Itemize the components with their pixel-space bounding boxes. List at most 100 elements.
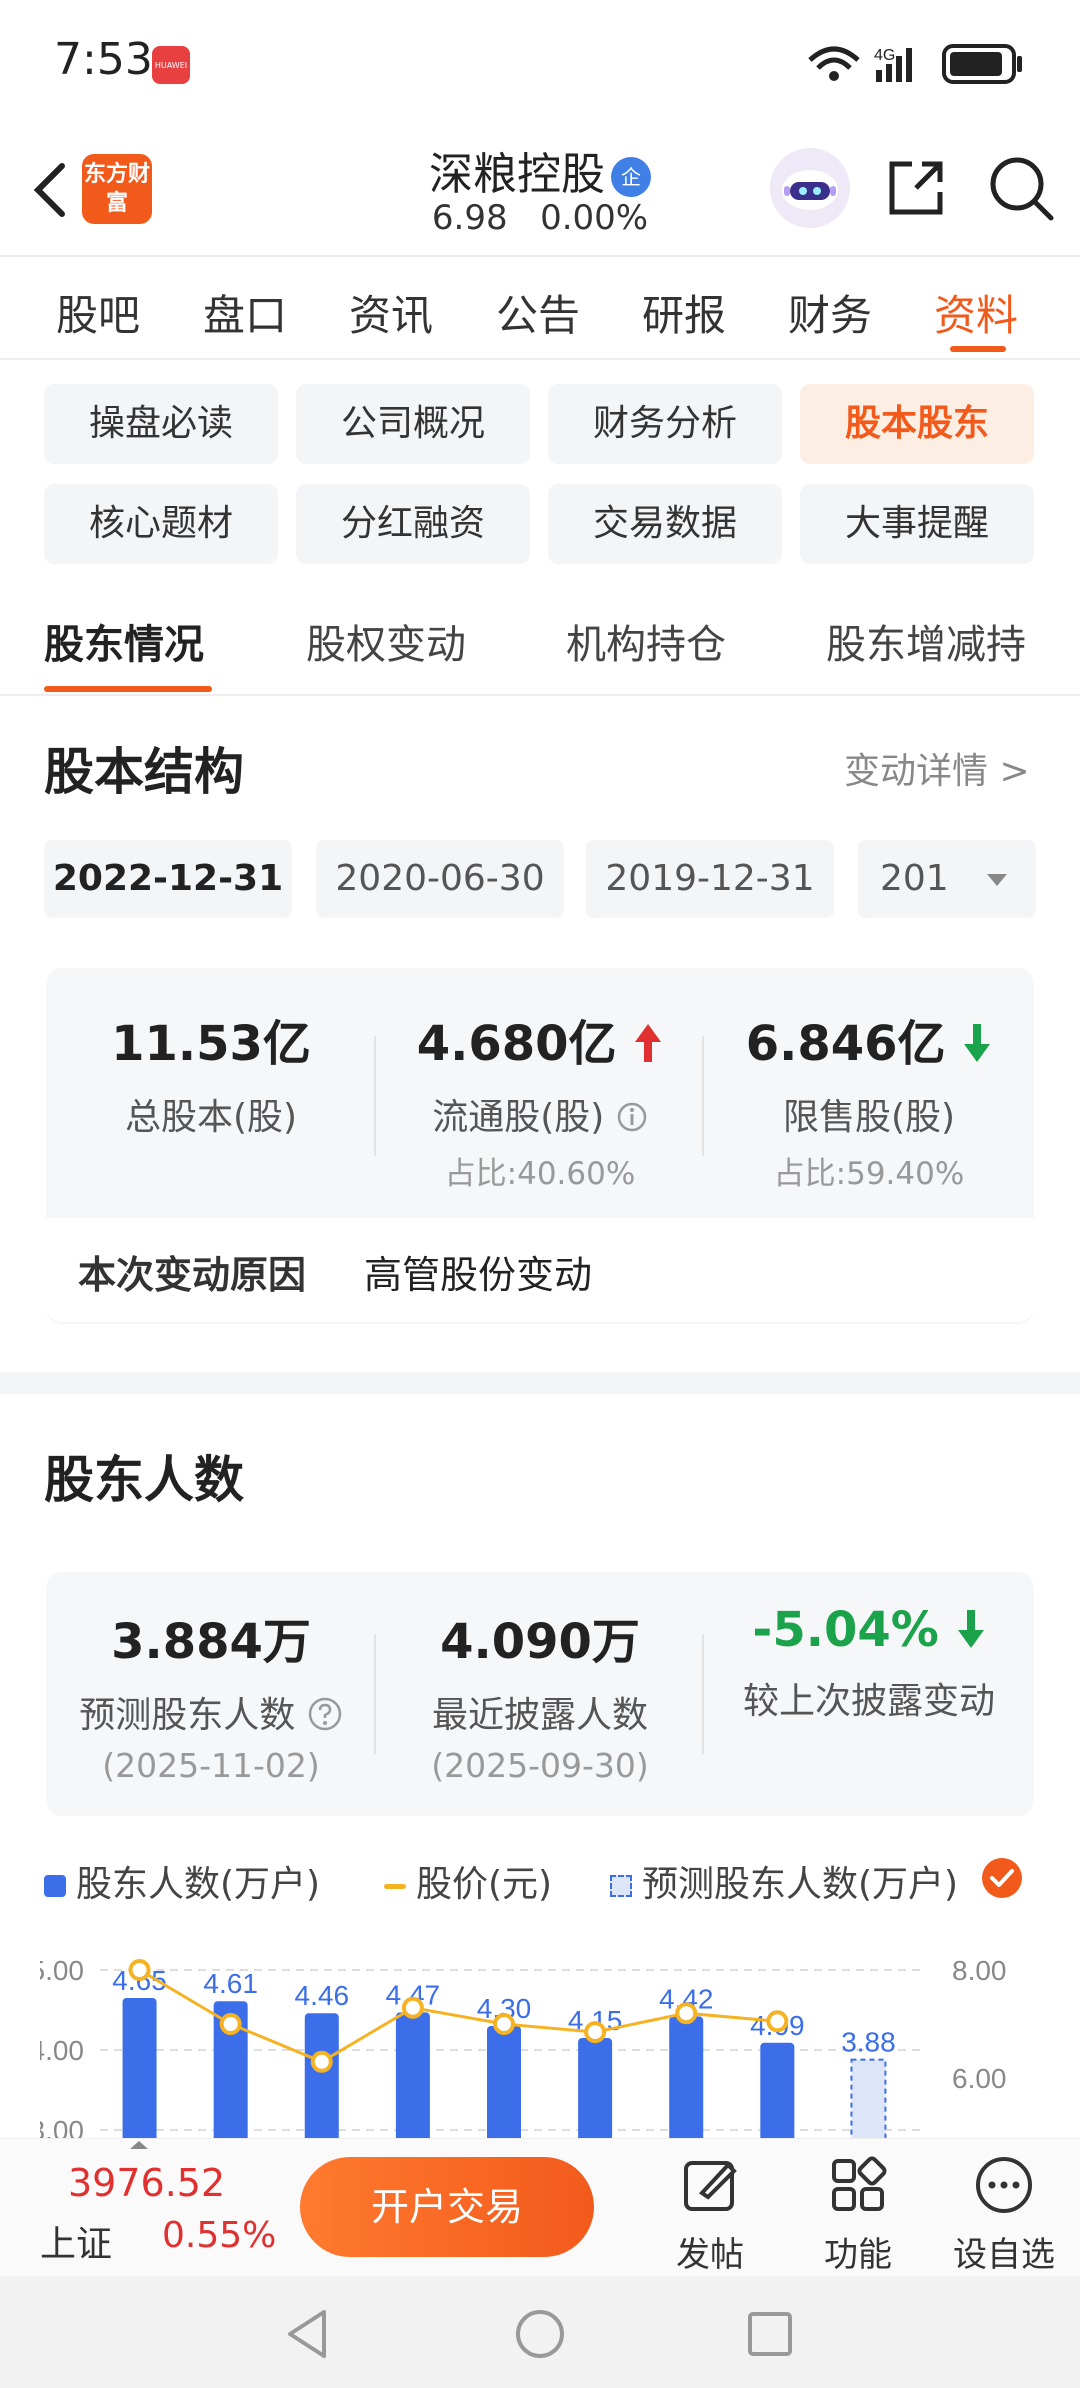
tab-finance[interactable]: 财务 xyxy=(788,282,872,343)
network-type: 4G xyxy=(874,47,895,64)
predicted-holders-value: 3.884万 xyxy=(111,1614,311,1670)
enterprise-badge: 企 xyxy=(611,157,651,197)
date-chip[interactable]: 2019-12-31 xyxy=(586,840,834,918)
change-reason-label: 本次变动原因 xyxy=(78,1253,307,1297)
change-reason-row: 本次变动原因 高管股份变动 xyxy=(46,1218,1034,1322)
tab-announcements[interactable]: 公告 xyxy=(496,282,580,343)
grid-company-overview[interactable]: 公司概况 xyxy=(296,384,530,464)
battery-icon xyxy=(942,44,1022,84)
date-chip[interactable]: 2022-12-31 xyxy=(44,840,292,918)
post-button[interactable]: 发帖 xyxy=(650,2155,770,2276)
arrow-up-icon xyxy=(635,1024,662,1062)
status-icons: 4G xyxy=(808,44,1022,84)
functions-button[interactable]: 功能 xyxy=(798,2155,918,2276)
tab-news[interactable]: 资讯 xyxy=(349,282,433,343)
change-reason-value: 高管股份变动 xyxy=(364,1253,593,1297)
y-axis-right-tick: 8.00 xyxy=(952,1955,1007,1986)
info-icon[interactable] xyxy=(616,1101,648,1133)
tab-pankou[interactable]: 盘口 xyxy=(203,282,287,343)
legend-item: 股东人数(万户) xyxy=(44,1855,320,1907)
holders-chart: 5.004.003.008.006.004.654.614.464.474.30… xyxy=(40,1955,1007,2140)
subtab-holding-changes[interactable]: 股东增减持 xyxy=(826,612,1026,670)
ai-assistant-icon[interactable] xyxy=(770,148,850,228)
grid-trading-data[interactable]: 交易数据 xyxy=(548,484,782,564)
legend-swatch xyxy=(384,1883,406,1889)
bar xyxy=(578,2038,613,2140)
latest-holders: 4.090万 最近披露人数 (2025-09-30) xyxy=(376,1602,704,1785)
legend-label: 股东人数(万户) xyxy=(76,1864,321,1905)
system-nav-bar xyxy=(0,2276,1080,2388)
holders-change-label: 较上次披露变动 xyxy=(742,1681,995,1722)
section-title-holders: 股东人数 xyxy=(44,1451,244,1509)
price-point xyxy=(766,2010,789,2033)
subtab-institutions[interactable]: 机构持仓 xyxy=(566,612,726,670)
tab-profile[interactable]: 资料 xyxy=(934,282,1018,343)
predicted-bar xyxy=(850,2058,887,2140)
price-point xyxy=(219,2013,242,2035)
grid-shareholders[interactable]: 股本股东 xyxy=(800,384,1034,464)
chart-settings-check-icon[interactable] xyxy=(980,1856,1024,1900)
price-point xyxy=(310,2050,333,2073)
index-value[interactable]: 3976.52 xyxy=(68,2161,225,2205)
nav-back-icon[interactable] xyxy=(280,2306,336,2362)
grid-core-themes[interactable]: 核心题材 xyxy=(44,484,278,564)
holders-change-value: -5.04% xyxy=(752,1602,939,1658)
subtab-equity-changes[interactable]: 股权变动 xyxy=(306,612,466,670)
tab-research[interactable]: 研报 xyxy=(642,282,726,343)
search-icon[interactable] xyxy=(985,152,1057,224)
float-shares: 4.680亿 流通股(股) 占比:40.60% xyxy=(376,1004,704,1193)
price-point xyxy=(128,1959,151,1981)
restricted-ratio: 占比:59.40% xyxy=(773,1156,965,1192)
active-tab-indicator xyxy=(950,346,1006,352)
bar xyxy=(122,1998,157,2140)
tab-guba[interactable]: 股吧 xyxy=(56,282,140,343)
y-axis-right-tick: 6.00 xyxy=(952,2063,1007,2094)
share-icon[interactable] xyxy=(880,152,952,224)
help-icon[interactable] xyxy=(307,1696,343,1732)
latest-holders-date: (2025-09-30) xyxy=(431,1746,649,1785)
grid-trading-guide[interactable]: 操盘必读 xyxy=(44,384,278,464)
y-axis-left-tick: 5.00 xyxy=(40,1955,84,1986)
grid-financial-analysis[interactable]: 财务分析 xyxy=(548,384,782,464)
y-axis-left-tick: 3.00 xyxy=(40,2115,84,2140)
date-dropdown[interactable] xyxy=(958,840,1036,918)
status-bar: 7:53 HUAWEI 4G xyxy=(0,0,1080,130)
total-shares-label: 总股本(股) xyxy=(124,1097,298,1138)
functions-label: 功能 xyxy=(824,2235,892,2275)
date-chip[interactable]: 2020-06-30 xyxy=(316,840,564,918)
section-title-capital: 股本结构 xyxy=(44,743,244,801)
index-name[interactable]: 上证 xyxy=(40,2215,112,2267)
float-shares-label: 流通股(股) xyxy=(432,1097,605,1138)
divider xyxy=(0,358,1080,360)
predicted-holders: 3.884万 预测股东人数 (2025-11-02) xyxy=(46,1602,376,1785)
nav-home-icon[interactable] xyxy=(512,2306,568,2362)
price-point xyxy=(493,2013,515,2035)
caret-up-icon xyxy=(130,2141,148,2149)
subtab-shareholders[interactable]: 股东情况 xyxy=(44,612,204,670)
stock-change: 0.00% xyxy=(540,198,649,238)
y-axis-left-tick: 4.00 xyxy=(40,2035,84,2066)
grid-dividends[interactable]: 分红融资 xyxy=(296,484,530,564)
bar xyxy=(395,2012,430,2140)
open-account-button[interactable]: 开户交易 xyxy=(300,2157,594,2257)
divider xyxy=(0,255,1080,257)
add-watchlist-button[interactable]: 设自选 xyxy=(944,2155,1064,2276)
bar xyxy=(304,2013,339,2140)
bottom-bar: 3976.52 上证 0.55% 开户交易 发帖 功能 设自选 xyxy=(0,2138,1080,2276)
wifi-icon xyxy=(808,46,860,81)
float-shares-value: 4.680亿 xyxy=(416,1016,617,1072)
app-notification-icon: HUAWEI xyxy=(152,46,190,84)
grid-events[interactable]: 大事提醒 xyxy=(800,484,1034,564)
restricted-shares: 6.846亿 限售股(股) 占比:59.40% xyxy=(704,1004,1034,1193)
nav-recents-icon[interactable] xyxy=(742,2306,798,2362)
price-point xyxy=(675,2002,698,2025)
index-change[interactable]: 0.55% xyxy=(162,2215,276,2256)
post-label: 发帖 xyxy=(676,2235,744,2275)
total-shares-value: 11.53亿 xyxy=(111,1016,311,1072)
stock-header: 东方财富 深粮控股企 6.98 0.00% xyxy=(0,130,1080,255)
legend-label: 预测股东人数(万户) xyxy=(642,1864,959,1905)
predicted-holders-label: 预测股东人数 xyxy=(79,1695,296,1736)
apps-icon xyxy=(832,2156,887,2211)
change-details-link[interactable]: 变动详情 > xyxy=(844,742,1030,794)
bar-value-label: 3.88 xyxy=(841,2027,896,2058)
